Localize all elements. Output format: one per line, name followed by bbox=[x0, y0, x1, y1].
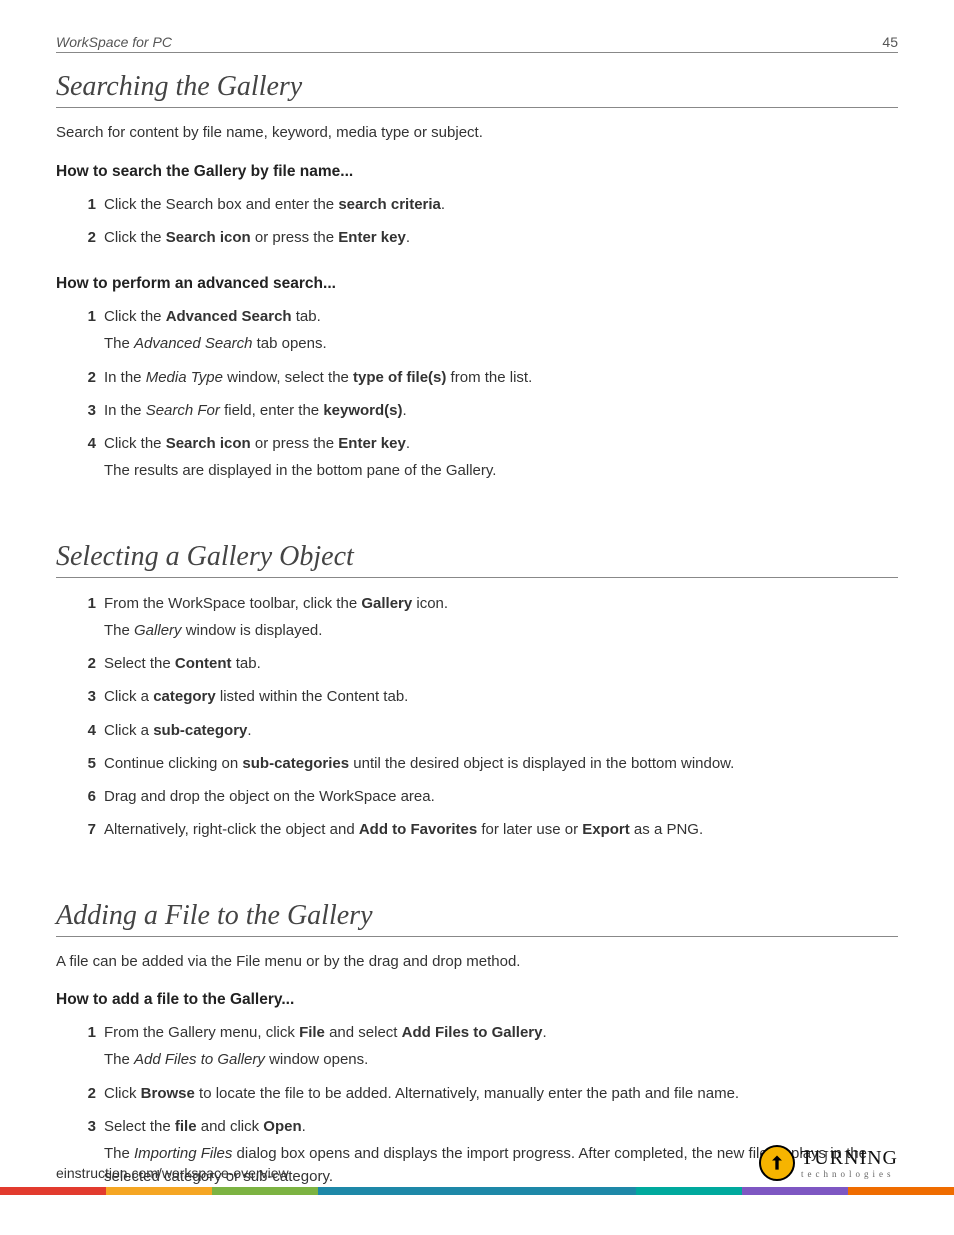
heading-adding-file: Adding a File to the Gallery bbox=[56, 900, 898, 937]
page-number: 45 bbox=[882, 34, 898, 50]
step-number: 4 bbox=[78, 719, 96, 742]
list-item: 2 Select the Content tab. bbox=[84, 652, 898, 675]
step-subtext: The Gallery window is displayed. bbox=[104, 619, 898, 642]
step-subtext: The results are displayed in the bottom … bbox=[104, 459, 898, 482]
list-item: 3 In the Search For field, enter the key… bbox=[84, 399, 898, 422]
step-number: 2 bbox=[78, 1082, 96, 1105]
intro-adding-file: A file can be added via the File menu or… bbox=[56, 951, 898, 974]
running-header: WorkSpace for PC 45 bbox=[56, 34, 898, 53]
logo-badge-icon bbox=[759, 1145, 795, 1181]
heading-advanced-search: How to perform an advanced search... bbox=[56, 275, 898, 293]
step-text: Select the Content tab. bbox=[104, 655, 261, 672]
list-item: 7 Alternatively, right-click the object … bbox=[84, 818, 898, 841]
step-text: Continue clicking on sub-categories unti… bbox=[104, 755, 734, 772]
step-text: Click the Search icon or press the Enter… bbox=[104, 229, 410, 246]
list-item: 3 Click a category listed within the Con… bbox=[84, 685, 898, 708]
step-number: 2 bbox=[78, 226, 96, 249]
logo-text-main: TURNING bbox=[801, 1148, 898, 1168]
step-text: Click the Search icon or press the Enter… bbox=[104, 435, 410, 452]
intro-searching: Search for content by file name, keyword… bbox=[56, 122, 898, 145]
steps-advanced-search: 1 Click the Advanced Search tab. The Adv… bbox=[56, 305, 898, 483]
step-text: Click Browse to locate the file to be ad… bbox=[104, 1085, 739, 1102]
heading-search-by-filename: How to search the Gallery by file name..… bbox=[56, 163, 898, 181]
heading-searching-gallery: Searching the Gallery bbox=[56, 71, 898, 108]
step-number: 1 bbox=[78, 1021, 96, 1044]
step-number: 3 bbox=[78, 399, 96, 422]
list-item: 1 Click the Search box and enter the sea… bbox=[84, 193, 898, 216]
step-number: 1 bbox=[78, 193, 96, 216]
list-item: 5 Continue clicking on sub-categories un… bbox=[84, 752, 898, 775]
step-text: Drag and drop the object on the WorkSpac… bbox=[104, 788, 435, 805]
step-number: 2 bbox=[78, 652, 96, 675]
list-item: 2 Click Browse to locate the file to be … bbox=[84, 1082, 898, 1105]
step-text: From the Gallery menu, click File and se… bbox=[104, 1024, 547, 1041]
step-number: 1 bbox=[78, 305, 96, 328]
step-text: Click the Advanced Search tab. bbox=[104, 308, 321, 325]
steps-search-filename: 1 Click the Search box and enter the sea… bbox=[56, 193, 898, 250]
step-number: 3 bbox=[78, 1115, 96, 1138]
footer-url: einstruction.com/workspace-overview bbox=[56, 1165, 289, 1181]
list-item: 2 In the Media Type window, select the t… bbox=[84, 366, 898, 389]
list-item: 1 Click the Advanced Search tab. The Adv… bbox=[84, 305, 898, 356]
page-footer: einstruction.com/workspace-overview TURN… bbox=[56, 1145, 898, 1181]
list-item: 6 Drag and drop the object on the WorkSp… bbox=[84, 785, 898, 808]
steps-selecting-object: 1 From the WorkSpace toolbar, click the … bbox=[56, 592, 898, 842]
step-number: 7 bbox=[78, 818, 96, 841]
step-text: In the Search For field, enter the keywo… bbox=[104, 402, 407, 419]
logo-text-sub: technologies bbox=[801, 1170, 898, 1179]
step-subtext: The Advanced Search tab opens. bbox=[104, 332, 898, 355]
heading-selecting-object: Selecting a Gallery Object bbox=[56, 541, 898, 578]
step-text: From the WorkSpace toolbar, click the Ga… bbox=[104, 595, 448, 612]
step-subtext: The Add Files to Gallery window opens. bbox=[104, 1048, 898, 1071]
step-number: 6 bbox=[78, 785, 96, 808]
step-text: Click a category listed within the Conte… bbox=[104, 688, 408, 705]
list-item: 2 Click the Search icon or press the Ent… bbox=[84, 226, 898, 249]
step-text: Select the file and click Open. bbox=[104, 1118, 306, 1135]
step-text: Alternatively, right-click the object an… bbox=[104, 821, 703, 838]
step-number: 5 bbox=[78, 752, 96, 775]
step-text: Click the Search box and enter the searc… bbox=[104, 196, 445, 213]
header-title: WorkSpace for PC bbox=[56, 34, 172, 50]
turning-technologies-logo: TURNING technologies bbox=[759, 1145, 898, 1181]
list-item: 4 Click a sub-category. bbox=[84, 719, 898, 742]
step-number: 1 bbox=[78, 592, 96, 615]
step-text: In the Media Type window, select the typ… bbox=[104, 369, 532, 386]
step-number: 4 bbox=[78, 432, 96, 455]
heading-how-to-add-file: How to add a file to the Gallery... bbox=[56, 991, 898, 1009]
list-item: 4 Click the Search icon or press the Ent… bbox=[84, 432, 898, 483]
list-item: 1 From the Gallery menu, click File and … bbox=[84, 1021, 898, 1072]
step-number: 3 bbox=[78, 685, 96, 708]
step-text: Click a sub-category. bbox=[104, 722, 252, 739]
footer-stripe bbox=[0, 1187, 954, 1195]
step-number: 2 bbox=[78, 366, 96, 389]
list-item: 1 From the WorkSpace toolbar, click the … bbox=[84, 592, 898, 643]
